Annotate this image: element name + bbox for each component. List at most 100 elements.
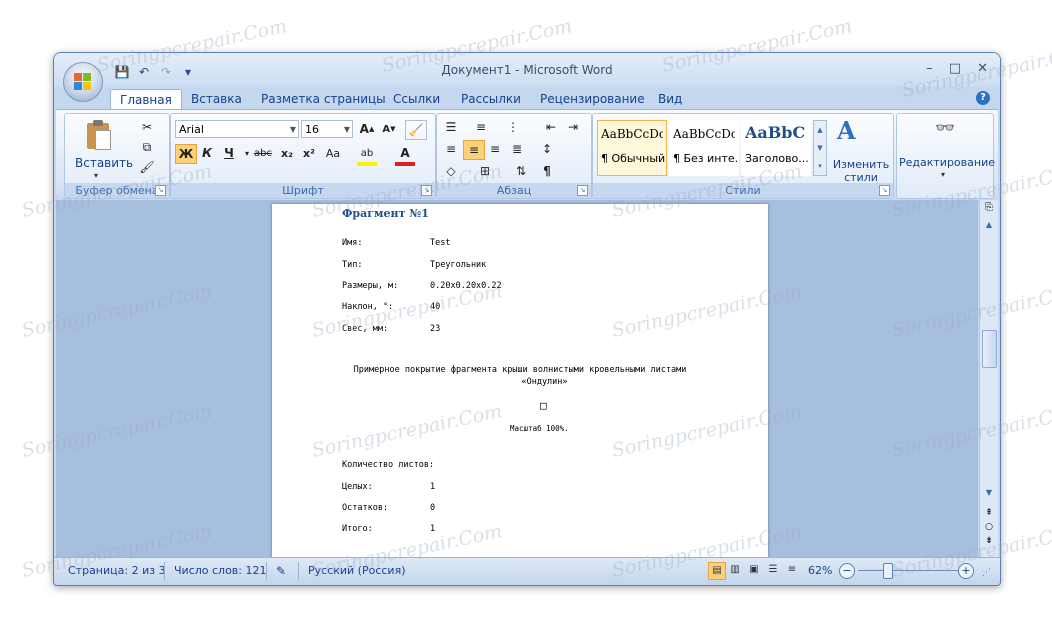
sheet-value: 1 <box>430 482 436 492</box>
office-button[interactable] <box>63 62 103 102</box>
document-page[interactable]: Фрагмент №1 Имя: Test Тип: Треугольник Р… <box>272 204 768 558</box>
scroll-up-icon[interactable]: ▲ <box>982 220 996 234</box>
tab-view[interactable]: Вид <box>649 89 691 109</box>
tab-page-layout[interactable]: Разметка страницы <box>252 89 395 109</box>
change-case-button[interactable]: Aa <box>323 144 343 162</box>
previous-page-icon[interactable]: ⇞ <box>982 508 996 520</box>
field-value: 0.20x0.20x0.22 <box>430 281 502 291</box>
field-label: Имя: <box>342 238 363 248</box>
align-right-icon[interactable]: ≡ <box>485 140 505 158</box>
format-painter-icon[interactable]: 🖌 <box>137 158 157 176</box>
align-center-icon[interactable]: ≡ <box>463 140 485 160</box>
print-layout-icon[interactable]: ▤ <box>708 562 726 580</box>
doc-heading: Фрагмент №1 <box>342 207 429 220</box>
tab-references[interactable]: Ссылки <box>384 89 449 109</box>
shrink-font-button[interactable]: A ▼ <box>379 120 399 138</box>
multilevel-list-icon[interactable]: ⋮ <box>503 118 523 136</box>
clipboard-launcher-icon[interactable]: ↘ <box>155 185 166 196</box>
strikethrough-button[interactable]: abc <box>253 144 273 162</box>
style-heading[interactable]: AaBbC Заголово... <box>741 120 811 176</box>
draft-icon[interactable]: ≡ <box>784 562 800 578</box>
styles-group-label: Стили <box>593 183 893 198</box>
tab-review[interactable]: Рецензирование <box>531 89 654 109</box>
sort-icon[interactable]: ⇅ <box>511 162 531 180</box>
paragraph-launcher-icon[interactable]: ↘ <box>577 185 588 196</box>
highlight-button[interactable]: ab <box>357 144 377 166</box>
show-formatting-icon[interactable]: ¶ <box>537 162 557 180</box>
status-divider <box>266 562 267 580</box>
style-sample: AaBbCcDc <box>601 127 663 141</box>
styles-launcher-icon[interactable]: ↘ <box>879 185 890 196</box>
web-layout-icon[interactable]: ▣ <box>746 562 762 578</box>
window-title: Документ1 - Microsoft Word <box>441 63 613 77</box>
change-styles-button[interactable]: Изменить стили <box>831 158 891 184</box>
scale-label: Масштаб 100%. <box>510 424 569 433</box>
numbering-icon[interactable]: ≡ <box>471 118 491 136</box>
clear-formatting-icon[interactable]: 🧹 <box>405 120 427 140</box>
increase-indent-icon[interactable]: ⇥ <box>563 118 583 136</box>
word-count[interactable]: Число слов: 121 <box>174 564 267 577</box>
language-indicator[interactable]: Русский (Россия) <box>308 564 406 577</box>
resize-grip-icon[interactable]: ⋰ <box>982 568 991 578</box>
full-screen-reading-icon[interactable]: ▥ <box>727 562 743 578</box>
help-icon[interactable]: ? <box>976 91 990 105</box>
style-sample: AaBbCcDc <box>673 127 735 141</box>
tab-home[interactable]: Главная <box>110 89 182 110</box>
copy-icon[interactable]: ⧉ <box>137 138 157 156</box>
decrease-indent-icon[interactable]: ⇤ <box>541 118 561 136</box>
clipboard-group: Вставить ▾ ✂ ⧉ 🖌 Буфер обмена ↘ <box>64 113 170 199</box>
shading-icon[interactable]: ◇ <box>441 162 461 180</box>
grow-font-button[interactable]: A ▲ <box>357 120 377 138</box>
zoom-out-icon[interactable]: − <box>839 563 855 579</box>
change-styles-icon[interactable]: A <box>837 116 856 145</box>
bold-button[interactable]: Ж <box>175 144 197 164</box>
underline-button[interactable]: Ч <box>219 144 239 162</box>
scroll-down-icon[interactable]: ▼ <box>982 488 996 502</box>
field-value: Треугольник <box>430 260 487 270</box>
line-spacing-icon[interactable]: ↕ <box>537 140 557 158</box>
page-indicator[interactable]: Страница: 2 из 3 <box>68 564 166 577</box>
browse-object-icon[interactable]: ○ <box>982 522 996 534</box>
image-placeholder-icon[interactable]: □ <box>540 399 547 412</box>
maximize-icon[interactable]: □ <box>949 61 961 76</box>
font-size-combo[interactable]: 16 ▼ <box>301 120 353 138</box>
next-page-icon[interactable]: ⇟ <box>982 536 996 548</box>
styles-scroll[interactable]: ▲ ▼ ▾ <box>813 120 827 176</box>
editing-button[interactable]: Редактирование <box>899 156 995 169</box>
italic-button[interactable]: К <box>197 144 217 162</box>
tab-mailings[interactable]: Рассылки <box>452 89 530 109</box>
editing-dropdown-icon[interactable]: ▾ <box>941 170 945 179</box>
ruler-toggle-icon[interactable]: ⎘ <box>982 202 996 216</box>
zoom-slider-thumb[interactable] <box>882 563 893 579</box>
cut-icon[interactable]: ✂ <box>137 118 157 136</box>
borders-icon[interactable]: ⊞ <box>475 162 495 180</box>
vertical-scrollbar[interactable]: ⎘ ▲ ▼ ⇞ ○ ⇟ <box>979 200 998 558</box>
style-no-spacing[interactable]: AaBbCcDc ¶ Без инте... <box>669 120 739 176</box>
style-normal[interactable]: AaBbCcDc ¶ Обычный <box>597 120 667 176</box>
scroll-thumb[interactable] <box>982 330 997 368</box>
close-icon[interactable]: ✕ <box>977 61 988 76</box>
tab-insert[interactable]: Вставка <box>182 89 251 109</box>
zoom-in-icon[interactable]: + <box>958 563 974 579</box>
proofing-icon[interactable]: ✎ <box>276 564 286 578</box>
font-name-combo[interactable]: Arial ▼ <box>175 120 299 138</box>
minimize-icon[interactable]: – <box>926 61 933 76</box>
shrink-font-icon: A <box>382 123 391 135</box>
zoom-level[interactable]: 62% <box>808 564 832 577</box>
sheet-label: Итого: <box>342 524 373 534</box>
font-color-button[interactable]: A <box>395 144 415 166</box>
justify-icon[interactable]: ≣ <box>507 140 527 158</box>
font-launcher-icon[interactable]: ↘ <box>421 185 432 196</box>
binoculars-icon[interactable]: 👓 <box>935 118 955 137</box>
paste-dropdown-icon[interactable]: ▾ <box>94 171 98 180</box>
outline-icon[interactable]: ☰ <box>765 562 781 578</box>
superscript-button[interactable]: x² <box>299 144 319 162</box>
ribbon-tabs: Главная Вставка Разметка страницы Ссылки… <box>54 87 1000 110</box>
zoom-slider-track[interactable] <box>858 570 958 571</box>
paste-button[interactable]: Вставить <box>75 156 133 170</box>
font-group-label: Шрифт <box>171 183 435 198</box>
subscript-button[interactable]: x₂ <box>277 144 297 162</box>
paste-icon[interactable] <box>85 120 111 150</box>
align-left-icon[interactable]: ≡ <box>441 140 461 158</box>
bullets-icon[interactable]: ☰ <box>441 118 461 136</box>
